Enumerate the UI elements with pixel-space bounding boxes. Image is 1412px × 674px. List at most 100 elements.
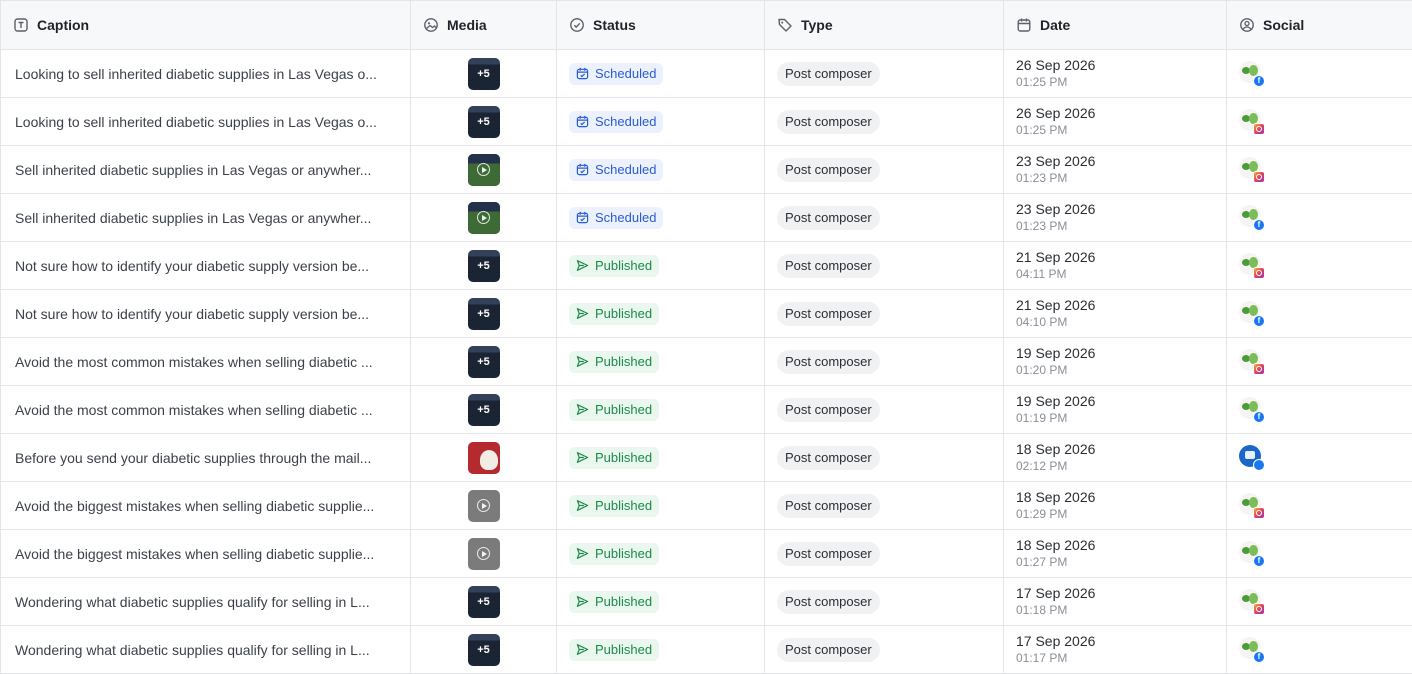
- type-cell: Post composer: [765, 434, 1004, 481]
- social-account[interactable]: f: [1239, 300, 1265, 327]
- social-account[interactable]: [1239, 252, 1265, 279]
- social-cell: f: [1227, 194, 1412, 241]
- time-text: 01:23 PM: [1016, 218, 1068, 233]
- social-account[interactable]: f: [1239, 60, 1265, 87]
- column-status-label: Status: [593, 17, 636, 33]
- facebook-icon: f: [1253, 314, 1265, 327]
- status-label: Published: [595, 354, 653, 369]
- caption-cell[interactable]: Sell inherited diabetic supplies in Las …: [1, 194, 411, 241]
- table-row[interactable]: Sell inherited diabetic supplies in Las …: [1, 194, 1412, 242]
- table-row[interactable]: Wondering what diabetic supplies qualify…: [1, 626, 1412, 674]
- media-thumbnail[interactable]: [467, 201, 500, 234]
- table-row[interactable]: Looking to sell inherited diabetic suppl…: [1, 50, 1412, 98]
- media-cell: [411, 146, 557, 193]
- caption-cell[interactable]: Sell inherited diabetic supplies in Las …: [1, 146, 411, 193]
- caption-cell[interactable]: Avoid the biggest mistakes when selling …: [1, 530, 411, 577]
- media-thumbnail[interactable]: +5: [467, 297, 500, 330]
- media-thumbnail[interactable]: +5: [467, 105, 500, 138]
- media-thumbnail[interactable]: [467, 537, 500, 570]
- media-thumbnail[interactable]: [467, 489, 500, 522]
- column-type[interactable]: Type: [765, 1, 1004, 49]
- table-row[interactable]: Before you send your diabetic supplies t…: [1, 434, 1412, 482]
- social-account[interactable]: f: [1239, 636, 1265, 663]
- media-count: +5: [477, 403, 490, 416]
- social-account[interactable]: [1239, 156, 1265, 183]
- column-media-label: Media: [447, 17, 487, 33]
- text-icon: [13, 17, 29, 33]
- caption-cell[interactable]: Avoid the biggest mistakes when selling …: [1, 482, 411, 529]
- table-row[interactable]: Looking to sell inherited diabetic suppl…: [1, 98, 1412, 146]
- caption-cell[interactable]: Looking to sell inherited diabetic suppl…: [1, 98, 411, 145]
- caption-cell[interactable]: Avoid the most common mistakes when sell…: [1, 386, 411, 433]
- media-thumbnail[interactable]: +5: [467, 249, 500, 282]
- caption-text: Avoid the most common mistakes when sell…: [15, 401, 373, 418]
- media-thumbnail[interactable]: [467, 153, 500, 186]
- date-text: 21 Sep 2026: [1016, 297, 1096, 314]
- social-account[interactable]: [1239, 492, 1265, 519]
- instagram-icon: [1253, 362, 1265, 375]
- posts-table: Caption Media Status Type Date Social Lo…: [0, 0, 1412, 674]
- social-account[interactable]: f: [1239, 396, 1265, 423]
- calendar-check-icon: [576, 163, 589, 176]
- social-account[interactable]: [1239, 108, 1265, 135]
- media-count: +5: [477, 595, 490, 608]
- table-row[interactable]: Not sure how to identify your diabetic s…: [1, 242, 1412, 290]
- caption-cell[interactable]: Not sure how to identify your diabetic s…: [1, 290, 411, 337]
- table-row[interactable]: Avoid the biggest mistakes when selling …: [1, 530, 1412, 578]
- table-row[interactable]: Not sure how to identify your diabetic s…: [1, 290, 1412, 338]
- status-label: Published: [595, 402, 653, 417]
- social-account[interactable]: [1239, 444, 1265, 471]
- caption-cell[interactable]: Before you send your diabetic supplies t…: [1, 434, 411, 481]
- column-social[interactable]: Social: [1227, 1, 1412, 49]
- date-cell: 23 Sep 2026 01:23 PM: [1004, 146, 1227, 193]
- caption-cell[interactable]: Wondering what diabetic supplies qualify…: [1, 626, 411, 673]
- media-thumbnail[interactable]: [467, 441, 500, 474]
- column-status[interactable]: Status: [557, 1, 765, 49]
- column-media[interactable]: Media: [411, 1, 557, 49]
- media-thumbnail[interactable]: +5: [467, 393, 500, 426]
- column-date[interactable]: Date: [1004, 1, 1227, 49]
- status-label: Scheduled: [595, 162, 657, 177]
- table-row[interactable]: Wondering what diabetic supplies qualify…: [1, 578, 1412, 626]
- caption-cell[interactable]: Avoid the most common mistakes when sell…: [1, 338, 411, 385]
- social-cell: [1227, 242, 1412, 289]
- status-cell: Published: [557, 290, 765, 337]
- instagram-icon: [1253, 122, 1265, 135]
- media-thumbnail[interactable]: +5: [467, 345, 500, 378]
- table-row[interactable]: Avoid the most common mistakes when sell…: [1, 338, 1412, 386]
- media-thumbnail[interactable]: +5: [467, 633, 500, 666]
- caption-cell[interactable]: Not sure how to identify your diabetic s…: [1, 242, 411, 289]
- status-cell: Published: [557, 578, 765, 625]
- caption-text: Avoid the biggest mistakes when selling …: [15, 497, 375, 514]
- status-badge: Published: [569, 302, 660, 325]
- table-row[interactable]: Avoid the biggest mistakes when selling …: [1, 482, 1412, 530]
- social-account[interactable]: [1239, 588, 1265, 615]
- social-cell: [1227, 434, 1412, 481]
- social-account[interactable]: f: [1239, 540, 1265, 567]
- play-icon: [477, 547, 490, 560]
- caption-cell[interactable]: Looking to sell inherited diabetic suppl…: [1, 50, 411, 97]
- social-account[interactable]: [1239, 348, 1265, 375]
- status-label: Published: [595, 498, 653, 513]
- tag-icon: [777, 17, 793, 33]
- type-chip: Post composer: [777, 301, 880, 326]
- media-cell: +5: [411, 242, 557, 289]
- status-badge: Published: [569, 638, 660, 661]
- media-cell: [411, 434, 557, 481]
- social-account[interactable]: f: [1239, 204, 1265, 231]
- media-thumbnail[interactable]: +5: [467, 585, 500, 618]
- send-icon: [576, 307, 589, 320]
- media-thumbnail[interactable]: +5: [467, 57, 500, 90]
- media-count: +5: [477, 115, 490, 128]
- table-row[interactable]: Avoid the most common mistakes when sell…: [1, 386, 1412, 434]
- status-label: Published: [595, 546, 653, 561]
- column-caption[interactable]: Caption: [1, 1, 411, 49]
- send-icon: [576, 259, 589, 272]
- social-cell: [1227, 338, 1412, 385]
- social-cell: [1227, 98, 1412, 145]
- type-chip: Post composer: [777, 493, 880, 518]
- social-cell: [1227, 482, 1412, 529]
- table-row[interactable]: Sell inherited diabetic supplies in Las …: [1, 146, 1412, 194]
- type-chip: Post composer: [777, 397, 880, 422]
- caption-cell[interactable]: Wondering what diabetic supplies qualify…: [1, 578, 411, 625]
